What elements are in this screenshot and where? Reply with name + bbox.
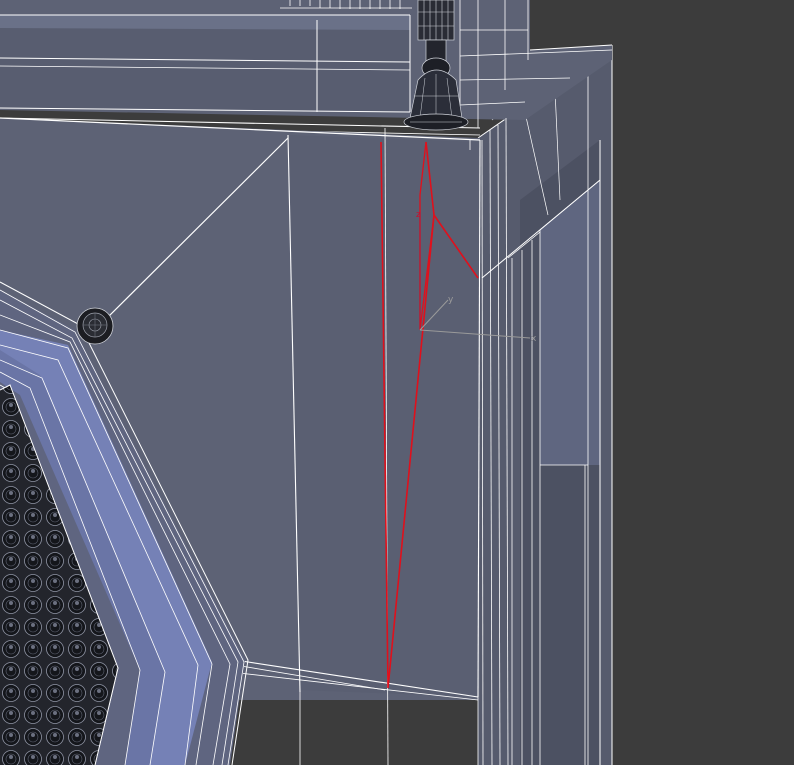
- gizmo-x-label: x: [531, 334, 537, 344]
- gizmo-z-label: z: [416, 210, 421, 220]
- 3d-viewport[interactable]: z y x: [0, 0, 794, 765]
- gizmo-y-label: y: [448, 295, 454, 305]
- bolt-head-icon[interactable]: [76, 307, 114, 345]
- wireframe-scene[interactable]: z y x: [0, 0, 794, 765]
